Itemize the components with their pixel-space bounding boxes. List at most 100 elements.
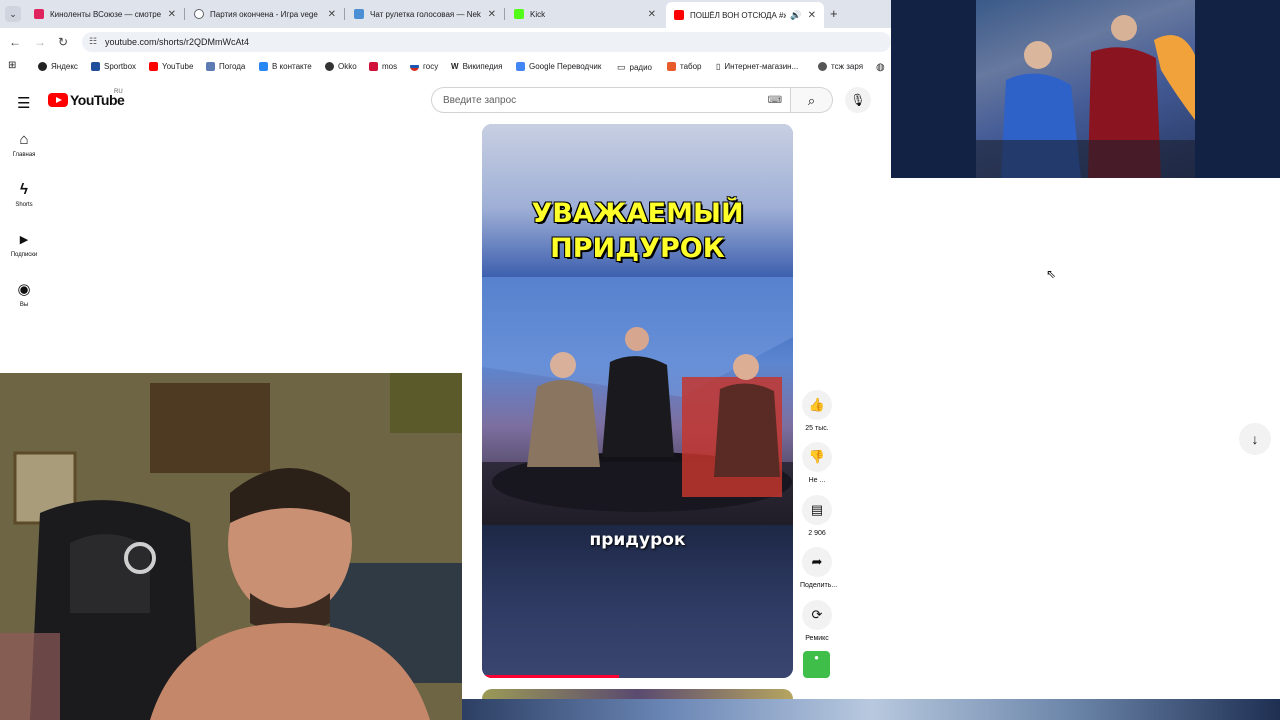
new-tab-button[interactable]: +	[830, 6, 838, 21]
bookmark-label: табор	[680, 62, 702, 71]
comments-count: 2 906	[808, 530, 826, 537]
video-caption-line-1: УВАЖАЕМЫЙ	[531, 198, 744, 229]
bookmark-item[interactable]: ▯ Интернет-магазин...	[716, 62, 798, 71]
remix-icon: ⟳	[802, 600, 832, 630]
back-icon[interactable]: ←	[9, 35, 21, 49]
tab-close-icon[interactable]: ✕	[648, 9, 656, 20]
tab-2[interactable]: Чат рулетка голосовая — Nek ✕	[346, 3, 504, 25]
sidebar-item-shorts[interactable]: ϟ Shorts	[0, 181, 48, 208]
bookmark-item[interactable]: ▭ радио	[617, 62, 652, 73]
tab-close-icon[interactable]: ✕	[808, 10, 816, 21]
sidebar-item-subscriptions[interactable]: ▶ Подписки	[0, 231, 48, 258]
region-badge: RU	[114, 89, 123, 95]
search-input[interactable]: Введите запрос ⌨	[431, 87, 791, 113]
tab-favicon-icon	[674, 10, 684, 20]
search-button[interactable]: ⌕	[791, 87, 833, 113]
dislike-button[interactable]: 👎 Не ...	[800, 442, 834, 484]
bookmark-label: YouTube	[162, 62, 194, 71]
site-info-icon[interactable]: ☷	[89, 36, 97, 47]
tab-close-icon[interactable]: ✕	[488, 9, 496, 20]
bookmark-item[interactable]: YouTube	[149, 62, 193, 71]
forward-icon[interactable]: →	[34, 35, 46, 49]
tab-0[interactable]: Киноленты ВСоюзе — смотре ✕	[26, 3, 184, 25]
bookmark-item[interactable]: Sportbox	[91, 62, 136, 71]
tab-3[interactable]: Kick ✕	[506, 3, 664, 25]
tab-favicon-icon	[194, 9, 204, 19]
apps-grid-icon[interactable]: ⊞	[8, 60, 16, 71]
tab-search-chevron-icon[interactable]: ⌄	[5, 6, 21, 22]
tab-audio-icon[interactable]: 🔊	[790, 10, 801, 21]
webcam-overlay-bottom-left	[0, 373, 462, 720]
tab-close-icon[interactable]: ✕	[168, 9, 176, 20]
bookmark-item[interactable]: Okko	[325, 62, 357, 71]
youtube-logo[interactable]: YouTube	[48, 92, 125, 108]
bookmark-label: радио	[629, 63, 652, 72]
streamer-room-image	[0, 373, 462, 720]
subscriptions-icon: ▶	[19, 234, 29, 246]
shorts-video-player[interactable]: УВАЖАЕМЫЙ ПРИДУРОК придурок	[482, 124, 793, 678]
sidebar-item-label: Shorts	[15, 202, 33, 208]
address-bar[interactable]: ☷ youtube.com/shorts/r2QDMmWcAt4	[82, 32, 891, 52]
video-scene	[482, 277, 793, 525]
bookmark-favicon-icon	[516, 62, 525, 71]
next-video-button[interactable]: ↓	[1239, 423, 1271, 455]
bookmark-favicon-icon	[410, 62, 419, 71]
concert-stage-image	[976, 0, 1195, 178]
bookmark-item[interactable]: W Википедия	[451, 62, 502, 71]
tab-divider	[504, 8, 505, 20]
bookmark-label: Яндекс	[51, 62, 78, 71]
sidebar-item-you[interactable]: ◉ Вы	[0, 281, 48, 308]
bookmark-item[interactable]: Яндекс	[38, 62, 78, 71]
keyboard-icon[interactable]: ⌨	[768, 95, 782, 106]
bookmark-label: Википедия	[462, 62, 503, 71]
remix-label: Ремикс	[805, 635, 829, 642]
like-button[interactable]: 👍 25 тыс.	[800, 390, 834, 432]
globe-icon[interactable]: ◍	[876, 62, 885, 73]
bookmark-favicon-icon	[667, 62, 676, 71]
video-subtitle: придурок	[589, 530, 686, 550]
folder-icon: ▭	[617, 62, 626, 72]
bookmark-favicon-icon	[91, 62, 100, 71]
tab-title: Kick	[530, 9, 546, 19]
microphone-icon: 🎙	[850, 93, 866, 107]
video-caption-title: УВАЖАЕМЫЙ ПРИДУРОК	[482, 196, 793, 266]
bookmark-favicon-icon	[259, 62, 268, 71]
bookmark-item[interactable]: тсж заря	[818, 62, 863, 71]
concert-performers-image	[976, 0, 1195, 178]
talk-show-scene-image	[482, 277, 793, 525]
bookmark-item[interactable]: mos	[369, 62, 397, 71]
bookmark-item[interactable]: табор	[667, 62, 702, 71]
voice-search-button[interactable]: 🎙	[845, 87, 871, 113]
bookmark-favicon-icon	[206, 62, 215, 71]
tab-1[interactable]: Партия окончена - Игра vege ✕	[186, 3, 344, 25]
bookmark-favicon-icon: W	[451, 62, 459, 71]
tab-title: Чат рулетка голосовая — Nek	[370, 9, 481, 19]
bottom-photo-strip	[462, 699, 1280, 720]
bookmark-favicon-icon	[149, 62, 158, 71]
tab-favicon-icon	[354, 9, 364, 19]
like-icon: 👍	[802, 390, 832, 420]
sidebar-item-home[interactable]: ⌂ Главная	[0, 131, 48, 158]
bookmark-label: mos	[382, 62, 398, 71]
video-progress-bar[interactable]	[482, 675, 619, 678]
like-count: 25 тыс.	[805, 425, 829, 432]
bookmark-item[interactable]: В контакте	[259, 62, 312, 71]
bookmark-item[interactable]: Погода	[206, 62, 245, 71]
reload-icon[interactable]: ↻	[58, 35, 68, 49]
share-button[interactable]: ➦ Поделить...	[800, 547, 837, 589]
remix-button[interactable]: ⟳ Ремикс	[800, 600, 834, 642]
bookmark-favicon-icon	[325, 62, 334, 71]
bookmark-item[interactable]: Google Переводчик	[516, 62, 601, 71]
hamburger-menu-icon[interactable]: ☰	[17, 94, 30, 112]
bookmark-item[interactable]: госу	[410, 62, 438, 71]
tab-close-icon[interactable]: ✕	[328, 9, 336, 20]
account-icon: ◉	[17, 281, 31, 298]
tab-4-active[interactable]: ПОШЁЛ ВОН ОТСЮДА #ж 🔊 ✕	[666, 2, 824, 28]
bookmark-label: Okko	[338, 62, 357, 71]
comments-button[interactable]: ▤ 2 906	[800, 495, 834, 537]
bookmark-label: В контакте	[272, 62, 312, 71]
bookmark-label: Погода	[219, 62, 246, 71]
tab-title: Партия окончена - Игра vege	[210, 9, 318, 19]
mouse-cursor-icon: ⇖	[1046, 267, 1057, 281]
sound-thumbnail[interactable]: ●	[803, 651, 830, 678]
